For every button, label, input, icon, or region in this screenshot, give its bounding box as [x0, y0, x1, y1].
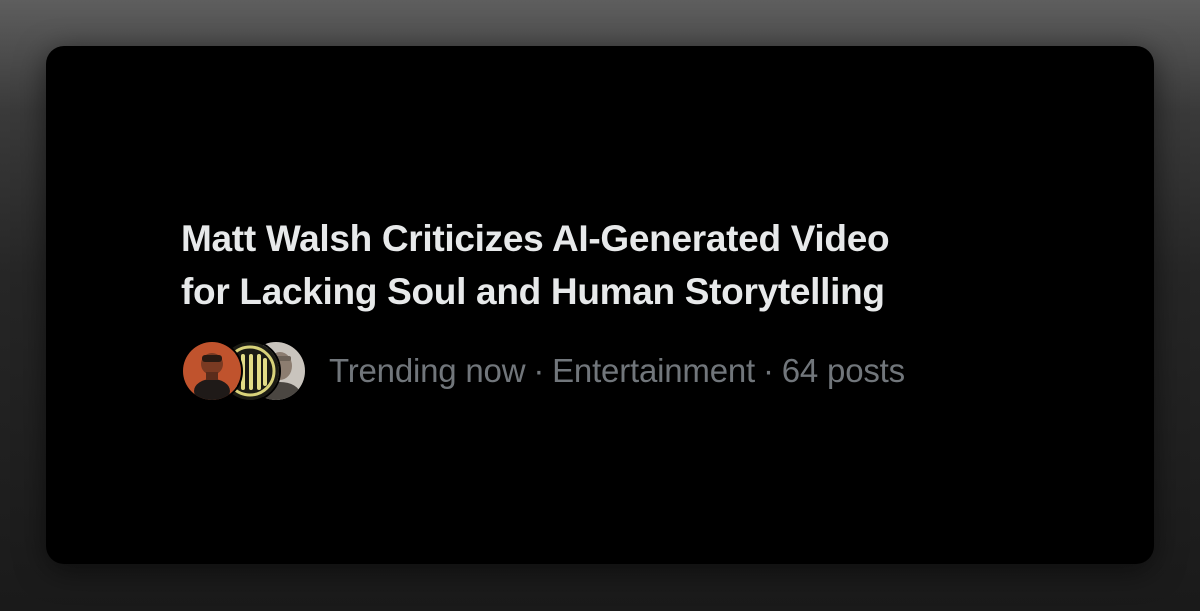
meta-separator: · — [762, 352, 774, 389]
headline-line-2: for Lacking Soul and Human Storytelling — [181, 271, 885, 312]
trend-meta: Trending now · Entertainment · 64 posts — [181, 340, 1081, 402]
trend-status: Trending now — [329, 352, 526, 389]
trend-content: Matt Walsh Criticizes AI-Generated Video… — [181, 212, 1081, 402]
headline-line-1: Matt Walsh Criticizes AI-Generated Video — [181, 218, 890, 259]
trend-category[interactable]: Entertainment — [552, 352, 755, 389]
avatar-stack[interactable] — [181, 340, 307, 402]
trend-meta-text: Trending now · Entertainment · 64 posts — [329, 352, 905, 390]
trend-card[interactable]: Matt Walsh Criticizes AI-Generated Video… — [46, 46, 1154, 564]
trend-headline[interactable]: Matt Walsh Criticizes AI-Generated Video… — [181, 212, 1081, 318]
trend-post-count: 64 posts — [781, 352, 905, 389]
avatar[interactable] — [181, 340, 243, 402]
meta-separator: · — [533, 352, 545, 389]
user-avatar-photo-icon — [183, 342, 241, 400]
